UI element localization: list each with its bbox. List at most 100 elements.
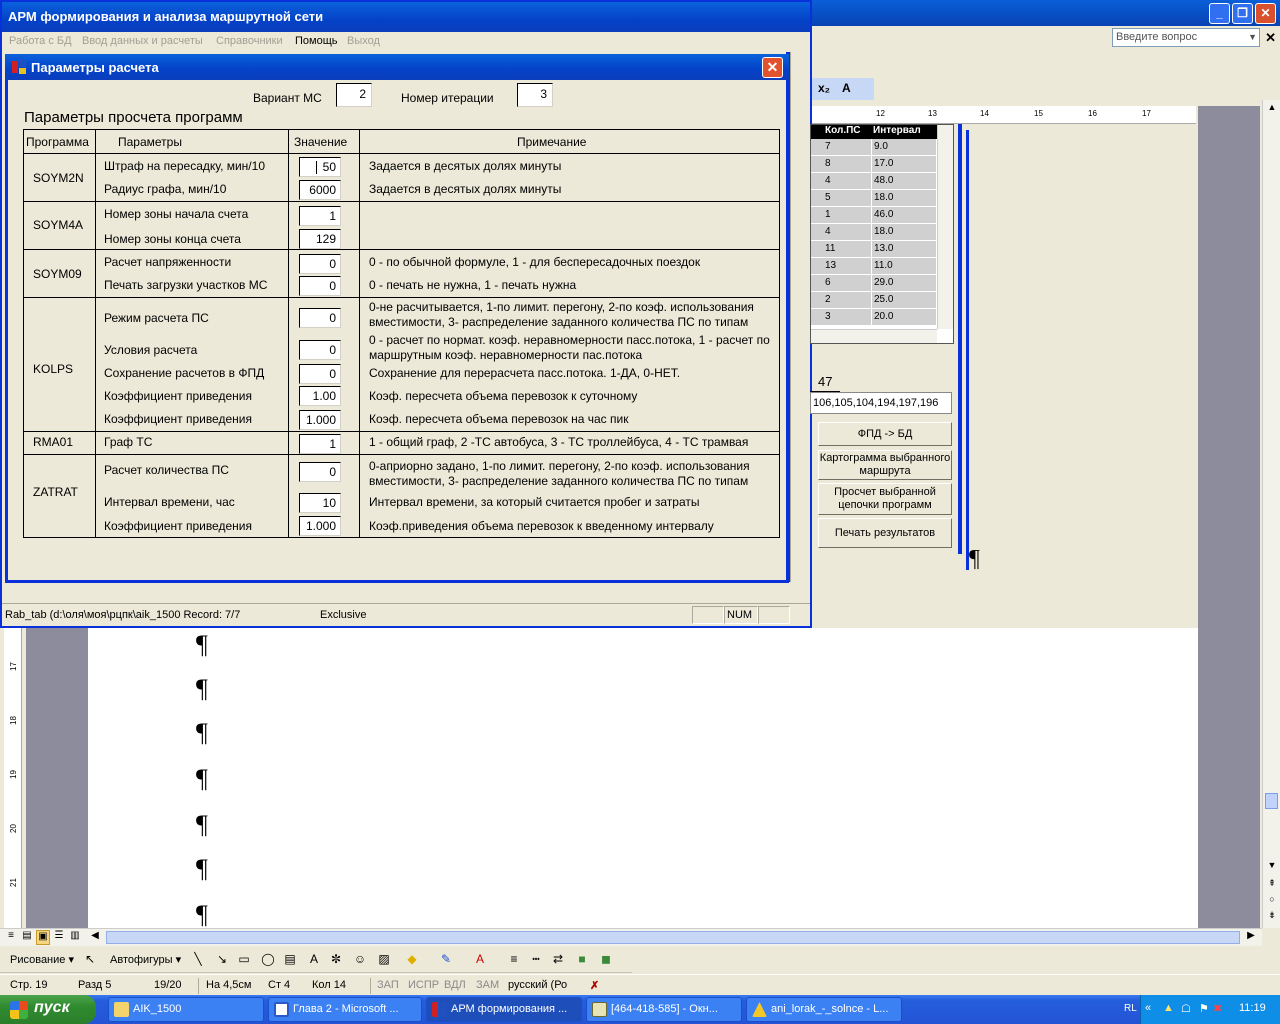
route-cartogram-button[interactable]: Картограмма выбранного маршрута (818, 450, 952, 480)
scroll-down-icon[interactable]: ▼ (1265, 860, 1279, 874)
scrollbar-thumb[interactable] (1265, 793, 1278, 809)
status-ovr[interactable]: ЗАМ (476, 979, 499, 991)
tray-icon[interactable]: ✖ (1213, 1002, 1222, 1015)
route-chain-field[interactable]: 106,105,104,194,197,196 (810, 392, 952, 414)
line-icon[interactable]: ╲ (190, 952, 206, 967)
language-indicator[interactable]: RL (1124, 1003, 1137, 1014)
grid-row[interactable]: 13 11.0 (811, 258, 937, 275)
taskbar-item[interactable]: Глава 2 - Microsoft ... (268, 997, 422, 1022)
scroll-right-icon[interactable]: ▶ (1244, 930, 1258, 945)
param-value-input[interactable]: 1.00 (299, 386, 341, 406)
grid-row[interactable]: 8 17.0 (811, 156, 937, 173)
dash-style-icon[interactable]: ┅ (528, 952, 544, 967)
program-chain-button[interactable]: Просчет выбранной цепочки программ (818, 483, 952, 515)
clipart-icon[interactable]: ☺ (352, 952, 368, 967)
grid-row[interactable]: 11 13.0 (811, 241, 937, 258)
status-ext[interactable]: ВДЛ (444, 979, 466, 991)
fill-color-icon[interactable]: ◆ (404, 952, 420, 967)
taskbar-item[interactable]: [464-418-585] - Окн... (586, 997, 742, 1022)
start-button[interactable]: пуск (0, 995, 96, 1024)
tray-icon[interactable]: ⚑ (1199, 1002, 1209, 1015)
route-count-field[interactable]: 47 (810, 372, 840, 392)
variant-input[interactable]: 2 (336, 83, 372, 107)
tray-warning-icon[interactable]: ▲ (1163, 1002, 1174, 1014)
grid-row[interactable]: 4 18.0 (811, 224, 937, 241)
font-size-button[interactable]: A (842, 81, 851, 95)
status-trk[interactable]: ИСПР (408, 979, 439, 991)
grid-row[interactable]: 4 48.0 (811, 173, 937, 190)
grid-vertical-scrollbar[interactable] (937, 125, 953, 329)
param-value-input[interactable]: 1.000 (299, 410, 341, 430)
scroll-up-icon[interactable]: ▲ (1265, 102, 1279, 116)
web-view-icon[interactable]: ▤ (20, 930, 34, 945)
taskbar-item[interactable]: ani_lorak_-_solnce - L... (746, 997, 902, 1022)
select-pointer-icon[interactable]: ↖ (82, 952, 98, 967)
grid-row[interactable]: 6 29.0 (811, 275, 937, 292)
normal-view-icon[interactable]: ≡ (4, 930, 18, 945)
oval-icon[interactable]: ◯ (260, 952, 276, 967)
param-value-input[interactable]: 0 (299, 340, 341, 360)
grid-row[interactable]: 7 9.0 (811, 139, 937, 156)
print-results-button[interactable]: Печать результатов (818, 518, 952, 548)
grid-row[interactable]: 1 46.0 (811, 207, 937, 224)
document-page[interactable]: ¶ ¶ ¶ ¶ ¶ ¶ ¶ (88, 628, 1198, 928)
document-close-icon[interactable]: ✕ (1265, 30, 1276, 46)
drawing-menu[interactable]: Рисование ▾ (10, 953, 74, 966)
clock[interactable]: 11:19 (1239, 1002, 1266, 1014)
status-rec[interactable]: ЗАП (377, 979, 399, 991)
wordart-icon[interactable]: A (306, 952, 322, 967)
param-value-input[interactable]: 1.000 (299, 516, 341, 536)
print-view-icon[interactable]: ▣ (36, 930, 50, 945)
browse-object-icon[interactable]: ○ (1265, 894, 1279, 908)
menu-item-database[interactable]: Работа с БД (9, 35, 72, 47)
iteration-input[interactable]: 3 (517, 83, 553, 107)
minimize-icon[interactable]: _ (1209, 3, 1230, 24)
horizontal-scrollbar[interactable]: ≡ ▤ ▣ ☰ ▥ ◀ ▶ (0, 928, 1262, 946)
close-icon[interactable]: ✕ (1255, 3, 1276, 24)
shadow-icon[interactable]: ■ (574, 952, 590, 967)
subscript-button[interactable]: x₂ (818, 81, 830, 95)
line-style-icon[interactable]: ≡ (506, 952, 522, 967)
spelling-icon[interactable]: ✗ (590, 979, 599, 992)
grid-row[interactable]: 5 18.0 (811, 190, 937, 207)
arrow-icon[interactable]: ↘ (214, 952, 230, 967)
param-value-input[interactable]: 50 (299, 157, 341, 177)
menu-item-help[interactable]: Помощь (295, 35, 338, 47)
hscrollbar-thumb[interactable] (106, 931, 1240, 944)
grid-row[interactable]: 2 25.0 (811, 292, 937, 309)
scroll-left-icon[interactable]: ◀ (88, 930, 102, 945)
prev-page-icon[interactable]: ⇞ (1265, 878, 1279, 892)
menu-item-references[interactable]: Справочники (216, 35, 283, 47)
menu-item-data-input[interactable]: Ввод данных и расчеты (82, 35, 203, 47)
rectangle-icon[interactable]: ▭ (236, 952, 252, 967)
grid-row[interactable]: 3 20.0 (811, 309, 937, 326)
reading-view-icon[interactable]: ▥ (68, 930, 82, 945)
next-page-icon[interactable]: ⇟ (1265, 910, 1279, 924)
autoshapes-menu[interactable]: Автофигуры ▾ (110, 953, 181, 966)
param-value-input[interactable]: 129 (299, 229, 341, 249)
font-color-icon[interactable]: A (472, 952, 488, 967)
3d-icon[interactable]: ◼ (598, 952, 614, 967)
tray-expand-icon[interactable]: « (1145, 1002, 1151, 1014)
help-question-input[interactable]: Введите вопрос ▼ (1112, 28, 1260, 47)
grid-horizontal-scrollbar[interactable] (811, 329, 937, 343)
arrow-style-icon[interactable]: ⇄ (550, 952, 566, 967)
vertical-scrollbar[interactable]: ▲ ▼ ⇞ ○ ⇟ (1262, 100, 1280, 928)
param-value-input[interactable]: 0 (299, 308, 341, 328)
outline-view-icon[interactable]: ☰ (52, 930, 66, 945)
line-color-icon[interactable]: ✎ (438, 952, 454, 967)
param-value-input[interactable]: 0 (299, 254, 341, 274)
taskbar-item[interactable]: АРМ формирования ... (426, 997, 582, 1022)
param-value-input[interactable]: 10 (299, 493, 341, 513)
menu-item-exit[interactable]: Выход (347, 35, 380, 47)
chevron-down-icon[interactable]: ▼ (1248, 29, 1257, 46)
taskbar-item[interactable]: AIK_1500 (108, 997, 264, 1022)
routes-grid[interactable]: Кол.ПС Интервал 7 9.0 8 17.0 4 48.0 5 18.0 1… (810, 124, 954, 344)
param-value-input[interactable]: 1 (299, 434, 341, 454)
param-value-input[interactable]: 0 (299, 276, 341, 296)
restore-icon[interactable]: ❐ (1232, 3, 1253, 24)
picture-icon[interactable]: ▨ (376, 952, 392, 967)
tray-icon[interactable]: ☖ (1181, 1002, 1191, 1015)
param-value-input[interactable]: 6000 (299, 180, 341, 200)
textbox-icon[interactable]: ▤ (282, 952, 298, 967)
